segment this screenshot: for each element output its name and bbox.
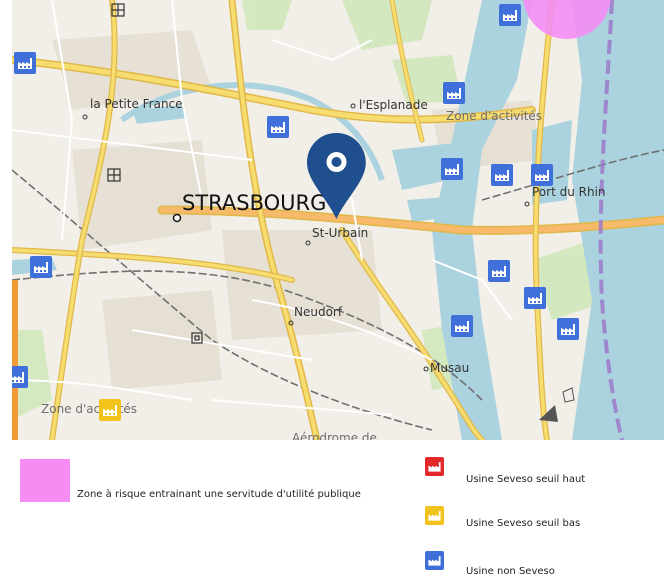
factory-non-seveso-icon: [30, 256, 52, 278]
factory-non-seveso-icon: [557, 318, 579, 340]
factory-non-seveso-icon: [451, 315, 473, 337]
label-musau: Musau: [430, 361, 469, 375]
legend-non-seveso-label: Usine non Seveso: [466, 566, 555, 577]
risk-zone-swatch: [20, 459, 70, 502]
seveso-high-icon: [425, 457, 444, 476]
label-city: STRASBOURG: [182, 191, 326, 215]
label-esplanade: l'Esplanade: [359, 98, 428, 112]
factory-seveso-low-icon: [99, 399, 121, 421]
label-aerodrome: Aérodrome de: [292, 431, 377, 440]
factory-non-seveso-icon: [499, 4, 521, 26]
factory-non-seveso-icon: [12, 366, 28, 388]
factory-non-seveso-icon: [524, 287, 546, 309]
label-neudorf: Neudorf: [294, 305, 343, 319]
label-port-du-rhin: Port du Rhin: [532, 185, 606, 199]
label-zone-activites-sw: Zone d'activités: [41, 402, 137, 416]
seveso-low-icon: [425, 506, 444, 525]
factory-non-seveso-icon: [491, 164, 513, 186]
label-zone-activites-ne: Zone d'activités: [446, 109, 542, 123]
factory-non-seveso-icon: [488, 260, 510, 282]
legend-risk-zone-label: Zone à risque entrainant une servitude d…: [77, 489, 361, 500]
factory-non-seveso-icon: [267, 116, 289, 138]
label-petite-france: la Petite France: [90, 97, 183, 111]
map-view[interactable]: la Petite France l'Esplanade Zone d'acti…: [12, 0, 664, 440]
factory-non-seveso-icon: [441, 158, 463, 180]
legend-seveso-low-label: Usine Seveso seuil bas: [466, 518, 581, 529]
factory-non-seveso-icon: [14, 52, 36, 74]
label-st-urbain: St-Urbain: [312, 226, 368, 240]
factory-non-seveso-icon: [443, 82, 465, 104]
factory-non-seveso-icon: [531, 164, 553, 186]
non-seveso-icon: [425, 551, 444, 570]
legend-seveso-high-label: Usine Seveso seuil haut: [466, 474, 586, 485]
